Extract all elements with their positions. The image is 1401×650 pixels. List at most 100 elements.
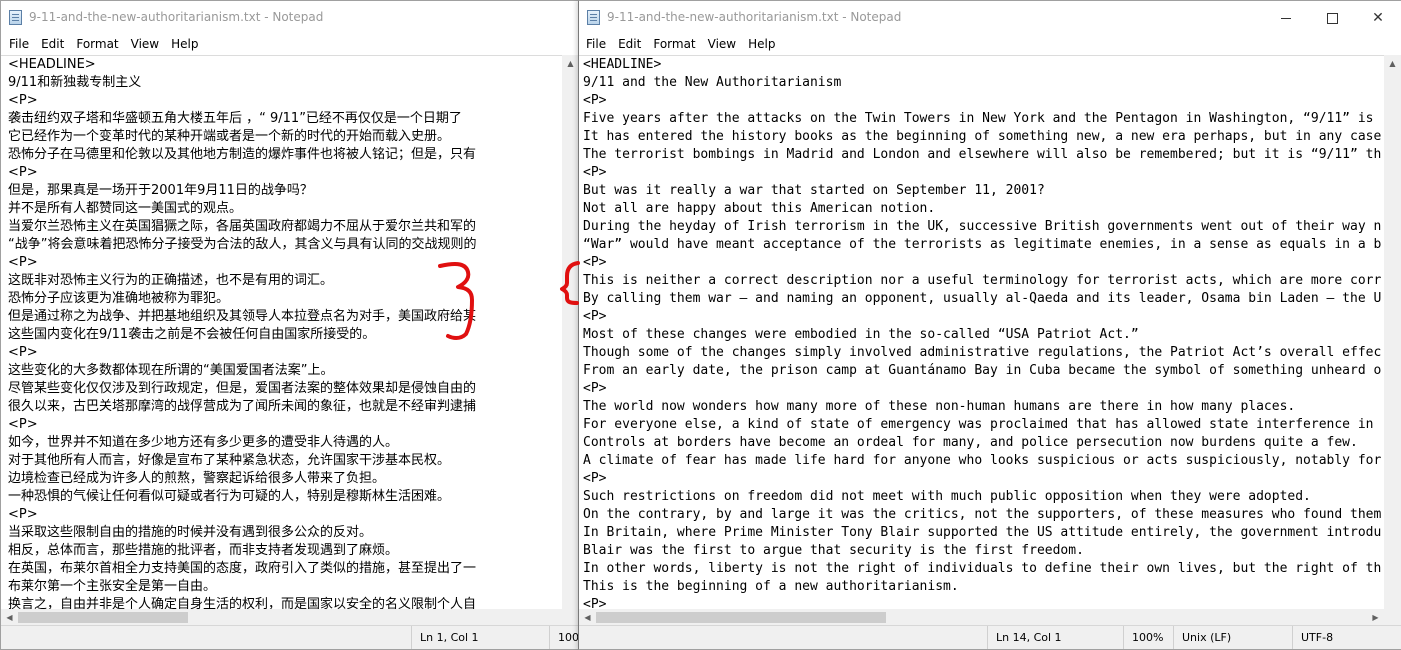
text-line: A climate of fear has made life hard for… [583,453,1382,468]
text-line: <P> [8,417,38,432]
text-line: 它已经作为一个变革时代的某种开端或者是一个新的时代的开始而载入史册。 [8,129,451,144]
menu-edit[interactable]: Edit [612,36,647,55]
text-line: This is neither a correct description no… [583,273,1382,288]
menu-view[interactable]: View [125,36,165,55]
minimize-icon[interactable] [1263,1,1309,35]
scroll-left-icon[interactable]: ◀ [1,609,18,626]
text-line: From an early date, the prison camp at G… [583,363,1382,378]
text-line: 袭击纽约双子塔和华盛顿五角大楼五年后 ，“ 9/11”已经不再仅仅是一个日期了 [8,111,462,126]
cursor-position: Ln 1, Col 1 [411,626,555,649]
menu-format[interactable]: Format [647,36,701,55]
text-line: <P> [8,507,38,522]
scroll-right-icon[interactable]: ▶ [1367,609,1384,626]
text-line: <P> [583,255,607,270]
text-line: Though some of the changes simply involv… [583,345,1382,360]
text-line: <P> [8,165,38,180]
vertical-scrollbar[interactable]: ▲ [1384,55,1401,609]
text-line: The terrorist bombings in Madrid and Lon… [583,147,1382,162]
horizontal-scroll-thumb[interactable] [18,612,188,623]
encoding: UTF-8 [1292,626,1391,649]
maximize-icon[interactable] [1309,1,1355,35]
menu-file[interactable]: File [1,36,35,55]
text-line: 9/11 and the New Authoritarianism [583,75,842,90]
window-title: 9-11-and-the-new-authoritarianism.txt - … [607,10,902,24]
menu-format[interactable]: Format [70,36,124,55]
text-line: <P> [583,471,607,486]
text-line: 9/11和新独裁专制主义 [8,75,142,90]
scroll-left-icon[interactable]: ◀ [579,609,596,626]
text-line: On the contrary, by and large it was the… [583,507,1382,522]
text-line: <HEADLINE> [583,57,662,72]
scrollbar-corner [562,609,579,626]
text-line: Blair was the first to argue that securi… [583,543,1084,558]
zoom-level: 100% [549,626,579,649]
text-line: 恐怖分子在马德里和伦敦以及其他地方制造的爆炸事件也将被人铭记；但是，只有 [8,147,477,162]
text-line: Five years after the attacks on the Twin… [583,111,1374,126]
horizontal-scrollbar[interactable]: ◀ [1,609,562,626]
menu-help[interactable]: Help [742,36,781,55]
text-line: 相反，总体而言，那些措施的批评者，而非支持者发现遇到了麻烦。 [8,543,399,558]
text-line: But was it really a war that started on … [583,183,1045,198]
notepad-window-english[interactable]: 9-11-and-the-new-authoritarianism.txt - … [578,0,1401,650]
scroll-up-icon[interactable]: ▲ [1384,55,1401,72]
horizontal-scrollbar[interactable]: ◀ ▶ [579,609,1384,626]
text-line: Not all are happy about this American no… [583,201,936,216]
text-line: During the heyday of Irish terrorism in … [583,219,1382,234]
cursor-position: Ln 14, Col 1 [987,626,1121,649]
scroll-up-icon[interactable]: ▲ [562,55,579,72]
text-editor[interactable]: <HEADLINE> 9/11 and the New Authoritarian… [579,55,1384,609]
text-line: It has entered the history books as the … [583,129,1382,144]
text-line: Controls at borders have become an ordea… [583,435,1358,450]
vertical-scrollbar[interactable]: ▲ [562,55,579,609]
menu-bar: File Edit Format View Help [1,35,579,55]
notepad-window-chinese[interactable]: 9-11-and-the-new-authoritarianism.txt - … [0,0,580,650]
text-line: <HEADLINE> [8,57,96,72]
menu-edit[interactable]: Edit [35,36,70,55]
text-line: 但是通过称之为战争、并把基地组织及其领导人本拉登点名为对手，美国政府给某 [8,309,477,324]
text-line: By calling them war – and naming an oppo… [583,291,1382,306]
text-line: <P> [8,345,38,360]
window-title: 9-11-and-the-new-authoritarianism.txt - … [29,10,324,24]
text-line: 布莱尔第一个主张安全是第一自由。 [8,579,217,594]
text-line: 很久以来，古巴关塔那摩湾的战俘营成为了闻所未闻的象征，也就是不经审判逮捕 [8,399,477,414]
text-line: The world now wonders how many more of t… [583,399,1296,414]
text-line: 换言之，自由并非是个人确定自身生活的权利，而是国家以安全的名义限制个人自 [8,597,477,609]
text-lines: <HEADLINE> 9/11和新独裁专制主义 <P> 袭击纽约双子塔和华盛顿五角大楼… [8,56,476,609]
text-line: Most of these changes were embodied in t… [583,327,1139,342]
text-line: <P> [8,93,38,108]
line-endings: Unix (LF) [1173,626,1292,649]
text-line: In Britain, where Prime Minister Tony Bl… [583,525,1382,540]
text-line: <P> [583,93,607,108]
text-line: 如今，世界并不知道在多少地方还有多少更多的遭受非人待遇的人。 [8,435,399,450]
menu-view[interactable]: View [702,36,742,55]
window-controls: ✕ [1263,1,1401,35]
text-line: 这些国内变化在9/11袭击之前是不会被任何自由国家所接受的。 [8,327,376,342]
text-line: 边境检查已经成为许多人的煎熬，警察起诉给很多人带来了负担。 [8,471,386,486]
text-line: <P> [8,255,38,270]
text-lines: <HEADLINE> 9/11 and the New Authoritarian… [583,56,1381,609]
menu-help[interactable]: Help [165,36,204,55]
text-line: 当爱尔兰恐怖主义在英国猖獗之际，各届英国政府都竭力不屈从于爱尔兰共和军的 [8,219,477,234]
text-line: <P> [583,165,607,180]
scrollbar-corner [1384,609,1401,626]
text-line: <P> [583,597,607,609]
text-line: 并不是所有人都赞同这一美国式的观点。 [8,201,243,216]
notepad-app-icon [587,10,600,25]
notepad-app-icon [9,10,22,25]
text-line: 这些变化的大多数都体现在所谓的“美国爱国者法案”上。 [8,363,334,378]
text-line: 对于其他所有人而言，好像是宣布了某种紧急状态，允许国家干涉基本民权。 [8,453,451,468]
text-line: 这既非对恐怖主义行为的正确描述，也不是有用的词汇。 [8,273,334,288]
horizontal-scroll-thumb[interactable] [596,612,886,623]
close-icon[interactable]: ✕ [1355,1,1401,35]
text-line: <P> [583,309,607,324]
text-line: In other words, liberty is not the right… [583,561,1382,576]
text-line: “战争”将会意味着把恐怖分子接受为合法的敌人，其含义与具有认同的交战规则的 [8,237,477,252]
text-line: Such restrictions on freedom did not mee… [583,489,1311,504]
title-bar[interactable]: 9-11-and-the-new-authoritarianism.txt - … [1,1,579,35]
text-line: 当采取这些限制自由的措施的时候并没有遇到很多公众的反对。 [8,525,373,540]
text-line: 尽管某些变化仅仅涉及到行政规定，但是，爱国者法案的整体效果却是侵蚀自由的 [8,381,477,396]
text-editor[interactable]: <HEADLINE> 9/11和新独裁专制主义 <P> 袭击纽约双子塔和华盛顿五角大楼… [1,55,562,609]
menu-file[interactable]: File [579,36,612,55]
status-bar: Ln 14, Col 1 100% Unix (LF) UTF-8 [579,625,1401,649]
title-bar[interactable]: 9-11-and-the-new-authoritarianism.txt - … [579,1,1401,35]
